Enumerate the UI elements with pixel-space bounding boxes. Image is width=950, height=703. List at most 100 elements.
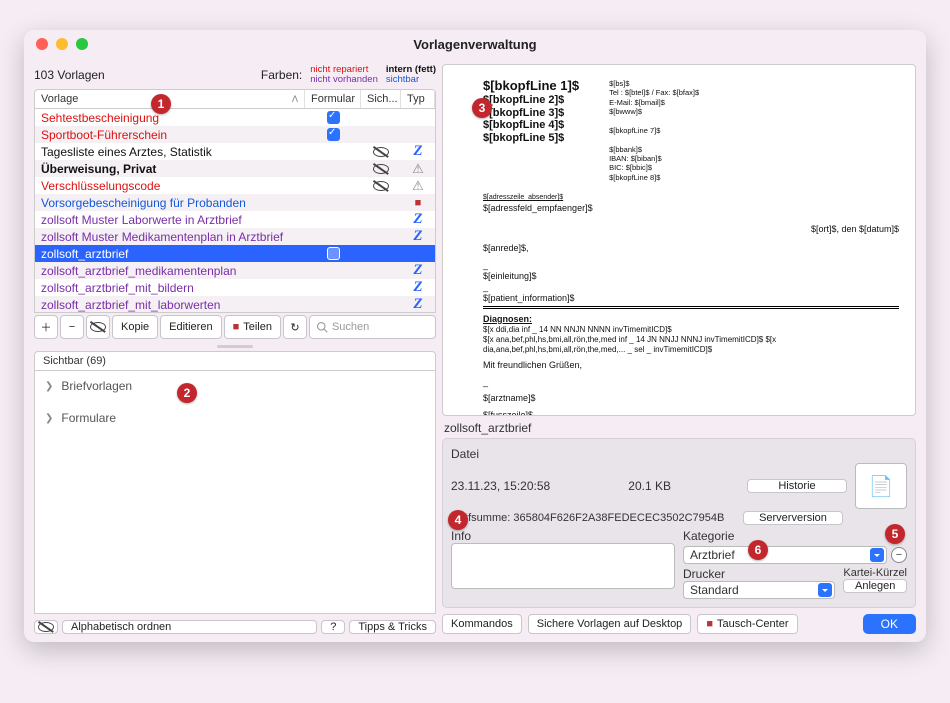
- z-icon: Z: [413, 229, 422, 244]
- row-name: Tagesliste eines Arztes, Statistik: [35, 145, 305, 159]
- eye-off-icon: [373, 163, 389, 175]
- header-right-line: $[bbank]$: [609, 145, 699, 154]
- table-row[interactable]: zollsoft_arztbrief_medikamentenplanZ: [35, 262, 435, 279]
- legend-nicht-vorhanden: nicht vorhanden: [310, 75, 378, 85]
- table-row[interactable]: Überweisung, Privat ⚠: [35, 160, 435, 177]
- table-row[interactable]: Vorsorgebescheinigung für Probanden■: [35, 194, 435, 211]
- farben-label: Farben:: [261, 68, 302, 82]
- search-input[interactable]: Suchen: [309, 315, 436, 339]
- header-right-line: BIC: $[bbic]$: [609, 163, 699, 172]
- share-button[interactable]: ■Teilen: [224, 315, 281, 339]
- callout-5: 5: [885, 524, 905, 544]
- table-row[interactable]: zollsoft Muster Laborwerte in ArztbriefZ: [35, 211, 435, 228]
- ort-date: $[ort]$, den $[datum]$: [483, 224, 899, 235]
- callout-1: 1: [151, 94, 171, 114]
- callout-4: 4: [448, 510, 468, 530]
- table-row[interactable]: zollsoft_arztbrief Z: [35, 245, 435, 262]
- row-formular[interactable]: [305, 247, 361, 260]
- alpha-sort-button[interactable]: Alphabetisch ordnen: [62, 620, 317, 634]
- table-header[interactable]: Vorlageᐱ Formular Sich... Typ: [34, 89, 436, 109]
- ok-button[interactable]: OK: [863, 614, 916, 634]
- dash2: _: [483, 282, 899, 293]
- z-icon: Z: [413, 246, 422, 261]
- row-name: zollsoft Muster Laborwerte in Arztbrief: [35, 213, 305, 227]
- header-right-line: $[bkopfLine 7]$: [609, 126, 699, 135]
- diag-line1: $[x ddi,dia inf _ 14 NN NNJN NNNN invTim…: [483, 325, 899, 335]
- template-preview: $[bkopfLine 1]$$[bkopfLine 2]$$[bkopfLin…: [442, 64, 916, 416]
- drucker-select[interactable]: Standard: [683, 581, 835, 599]
- search-icon: [316, 321, 328, 333]
- chevron-right-icon: ❯: [45, 381, 53, 392]
- callout-3: 3: [472, 98, 492, 118]
- header-right-line: $[bs]$: [609, 79, 699, 88]
- col-formular[interactable]: Formular: [305, 90, 361, 108]
- template-table[interactable]: Sehtestbescheinigung Sportboot-Führersche…: [34, 109, 436, 313]
- row-sichtbar[interactable]: [361, 163, 401, 175]
- table-row[interactable]: Sportboot-Führerschein: [35, 126, 435, 143]
- visibility-toggle-button[interactable]: [34, 620, 58, 634]
- eye-off-icon: [90, 321, 106, 333]
- help-button[interactable]: ?: [321, 620, 345, 634]
- kommandos-button[interactable]: Kommandos: [442, 614, 522, 634]
- legend: nicht repariert intern (fett) nicht vorh…: [310, 65, 436, 86]
- remove-button[interactable]: −: [60, 315, 84, 339]
- pane-separator[interactable]: [34, 345, 436, 349]
- table-row[interactable]: zollsoft Muster Medikamentenplan in Arzt…: [35, 228, 435, 245]
- visible-tree[interactable]: ❯Briefvorlagen ❯Formulare: [34, 371, 436, 614]
- row-name: zollsoft_arztbrief: [35, 247, 305, 261]
- visible-header: Sichtbar (69): [34, 351, 436, 371]
- row-typ: Z: [401, 246, 435, 261]
- row-typ: ⚠: [401, 161, 435, 177]
- row-name: Sportboot-Führerschein: [35, 128, 305, 142]
- hide-button[interactable]: [86, 315, 110, 339]
- col-typ[interactable]: Typ: [401, 90, 435, 108]
- col-sich[interactable]: Sich...: [361, 90, 401, 108]
- serverversion-button[interactable]: Serverversion: [743, 511, 843, 525]
- sichere-button[interactable]: Sichere Vorlagen auf Desktop: [528, 614, 692, 634]
- row-typ: Z: [401, 229, 435, 244]
- refresh-button[interactable]: ↻: [283, 315, 307, 339]
- info-textarea[interactable]: [451, 543, 675, 589]
- row-typ: Z: [401, 297, 435, 312]
- file-date: 23.11.23, 15:20:58: [451, 479, 550, 493]
- drucker-label: Drucker: [683, 567, 835, 581]
- anlegen-button[interactable]: Anlegen: [843, 579, 907, 593]
- datei-label: Datei: [451, 447, 479, 461]
- add-button[interactable]: ＋: [34, 315, 58, 339]
- table-row[interactable]: zollsoft_arztbrief_mit_laborwertenZ: [35, 296, 435, 313]
- copy-button[interactable]: Kopie: [112, 315, 158, 339]
- dash3: _: [483, 377, 899, 388]
- tausch-center-button[interactable]: ■Tausch-Center: [697, 614, 797, 634]
- eye-off-icon: [373, 146, 389, 158]
- thumbnail[interactable]: 📄: [855, 463, 907, 509]
- edit-button[interactable]: Editieren: [160, 315, 221, 339]
- row-sichtbar[interactable]: [361, 180, 401, 192]
- left-pane: 103 Vorlagen Farben: nicht repariert int…: [34, 64, 436, 634]
- z-icon: Z: [413, 297, 422, 312]
- table-row[interactable]: Verschlüsselungscode⚠: [35, 177, 435, 194]
- tree-briefvorlagen[interactable]: ❯Briefvorlagen: [35, 375, 435, 397]
- row-sichtbar[interactable]: [361, 146, 401, 158]
- table-row[interactable]: Tagesliste eines Arztes, StatistikZ: [35, 143, 435, 160]
- fusszeile: $[fusszeile]$: [483, 410, 899, 416]
- kategorie-select[interactable]: Arztbrief: [683, 546, 887, 564]
- row-formular[interactable]: [305, 111, 361, 124]
- diag-line2: $[x ana,bef,phl,hs,bmi,all,rön,the,med i…: [483, 335, 899, 355]
- tips-button[interactable]: Tipps & Tricks: [349, 620, 436, 634]
- table-row[interactable]: zollsoft_arztbrief_mit_bildernZ: [35, 279, 435, 296]
- legend-sichtbar: sichtbar: [386, 75, 436, 85]
- callout-6: 6: [748, 540, 768, 560]
- tree-formulare[interactable]: ❯Formulare: [35, 407, 435, 429]
- header-right-line: E-Mail: $[bmail]$: [609, 98, 699, 107]
- row-formular[interactable]: [305, 128, 361, 141]
- table-row[interactable]: Sehtestbescheinigung: [35, 109, 435, 126]
- row-typ: Z: [401, 280, 435, 295]
- chevron-right-icon: ❯: [45, 413, 53, 424]
- checkbox-checked-icon: [327, 111, 340, 124]
- row-name: Überweisung, Privat: [35, 162, 305, 176]
- kategorie-remove-button[interactable]: −: [891, 547, 907, 563]
- patient-info: $[patient_information]$: [483, 293, 899, 304]
- absender-line: $[adresszeile_absender]$: [483, 194, 899, 203]
- eye-off-icon: [38, 621, 54, 633]
- historie-button[interactable]: Historie: [747, 479, 847, 493]
